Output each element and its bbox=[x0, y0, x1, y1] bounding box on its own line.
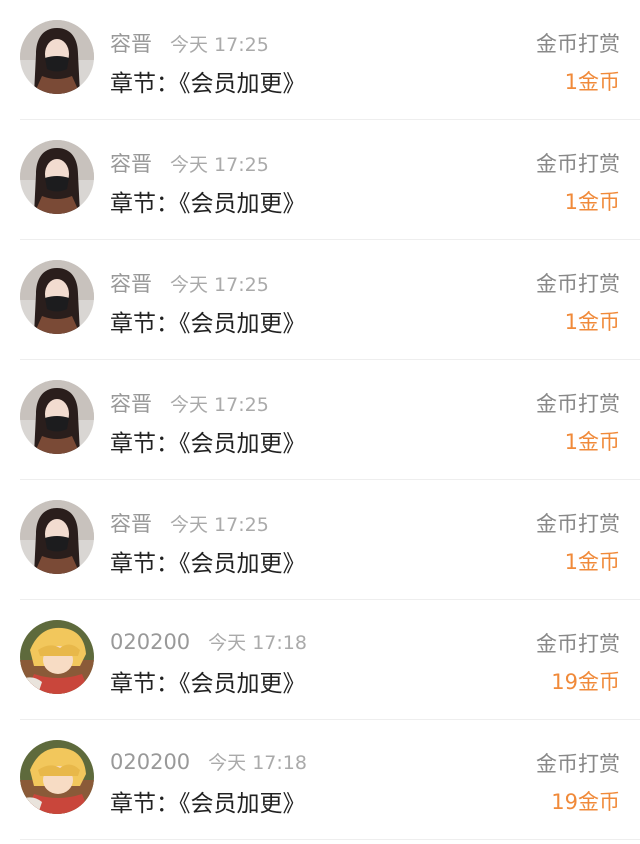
user-avatar[interactable] bbox=[20, 380, 94, 454]
reward-row[interactable]: 020200 今天 17:18 章节：《会员加更》 金币打赏 19金币 bbox=[0, 720, 640, 840]
timestamp: 今天 17:25 bbox=[170, 514, 269, 536]
reward-row[interactable]: 020200 今天 17:18 章节：《会员加更》 金币打赏 19金币 bbox=[0, 600, 640, 720]
user-avatar[interactable] bbox=[20, 140, 94, 214]
reward-type: 金币打赏 bbox=[536, 392, 620, 416]
chapter-title[interactable]: 章节：《会员加更》 bbox=[110, 664, 306, 698]
name-line: 020200 今天 17:18 bbox=[110, 748, 307, 775]
reward-amount: 19金币 bbox=[551, 790, 620, 814]
name-line: 容晋 今天 17:25 bbox=[110, 508, 269, 538]
reward-type: 金币打赏 bbox=[536, 272, 620, 296]
chapter-title[interactable]: 章节：《会员加更》 bbox=[110, 304, 306, 338]
timestamp: 今天 17:25 bbox=[170, 154, 269, 176]
username[interactable]: 容晋 bbox=[110, 152, 152, 176]
username[interactable]: 020200 bbox=[110, 630, 190, 654]
reward-row[interactable]: 容晋 今天 17:25 章节：《会员加更》 金币打赏 1金币 bbox=[0, 480, 640, 600]
username[interactable]: 容晋 bbox=[110, 392, 152, 416]
woman-mask-avatar-icon bbox=[20, 500, 94, 574]
username[interactable]: 020200 bbox=[110, 750, 190, 774]
name-line: 容晋 今天 17:25 bbox=[110, 28, 269, 58]
user-avatar[interactable] bbox=[20, 500, 94, 574]
reward-row[interactable]: 容晋 今天 17:25 章节：《会员加更》 金币打赏 1金币 bbox=[0, 0, 640, 120]
timestamp: 今天 17:18 bbox=[208, 752, 307, 774]
reward-row[interactable]: 容晋 今天 17:25 章节：《会员加更》 金币打赏 1金币 bbox=[0, 240, 640, 360]
chapter-title[interactable]: 章节：《会员加更》 bbox=[110, 64, 306, 98]
anime-character-avatar-icon bbox=[20, 620, 94, 694]
woman-mask-avatar-icon bbox=[20, 20, 94, 94]
reward-type: 金币打赏 bbox=[536, 32, 620, 56]
reward-type: 金币打赏 bbox=[536, 752, 620, 776]
reward-type: 金币打赏 bbox=[536, 632, 620, 656]
reward-type: 金币打赏 bbox=[536, 512, 620, 536]
reward-amount: 19金币 bbox=[551, 670, 620, 694]
reward-amount: 1金币 bbox=[564, 70, 620, 94]
woman-mask-avatar-icon bbox=[20, 380, 94, 454]
username[interactable]: 容晋 bbox=[110, 272, 152, 296]
timestamp: 今天 17:25 bbox=[170, 394, 269, 416]
timestamp: 今天 17:25 bbox=[170, 34, 269, 56]
user-avatar[interactable] bbox=[20, 20, 94, 94]
reward-row[interactable]: 容晋 今天 17:25 章节：《会员加更》 金币打赏 1金币 bbox=[0, 360, 640, 480]
reward-list: 容晋 今天 17:25 章节：《会员加更》 金币打赏 1金币 容晋 今天 17:25… bbox=[0, 0, 640, 844]
user-avatar[interactable] bbox=[20, 740, 94, 814]
reward-amount: 1金币 bbox=[564, 430, 620, 454]
chapter-title[interactable]: 章节：《会员加更》 bbox=[110, 784, 306, 818]
user-avatar[interactable] bbox=[20, 620, 94, 694]
username[interactable]: 容晋 bbox=[110, 512, 152, 536]
reward-row[interactable]: 容晋 今天 17:25 章节：《会员加更》 金币打赏 1金币 bbox=[0, 120, 640, 240]
chapter-title[interactable]: 章节：《会员加更》 bbox=[110, 424, 306, 458]
name-line: 容晋 今天 17:25 bbox=[110, 268, 269, 298]
user-avatar[interactable] bbox=[20, 260, 94, 334]
chapter-title[interactable]: 章节：《会员加更》 bbox=[110, 184, 306, 218]
reward-amount: 1金币 bbox=[564, 190, 620, 214]
name-line: 容晋 今天 17:25 bbox=[110, 388, 269, 418]
reward-amount: 1金币 bbox=[564, 310, 620, 334]
timestamp: 今天 17:18 bbox=[208, 632, 307, 654]
name-line: 020200 今天 17:18 bbox=[110, 628, 307, 655]
woman-mask-avatar-icon bbox=[20, 260, 94, 334]
name-line: 容晋 今天 17:25 bbox=[110, 148, 269, 178]
anime-character-avatar-icon bbox=[20, 740, 94, 814]
username[interactable]: 容晋 bbox=[110, 32, 152, 56]
reward-amount: 1金币 bbox=[564, 550, 620, 574]
reward-type: 金币打赏 bbox=[536, 152, 620, 176]
woman-mask-avatar-icon bbox=[20, 140, 94, 214]
timestamp: 今天 17:25 bbox=[170, 274, 269, 296]
chapter-title[interactable]: 章节：《会员加更》 bbox=[110, 544, 306, 578]
